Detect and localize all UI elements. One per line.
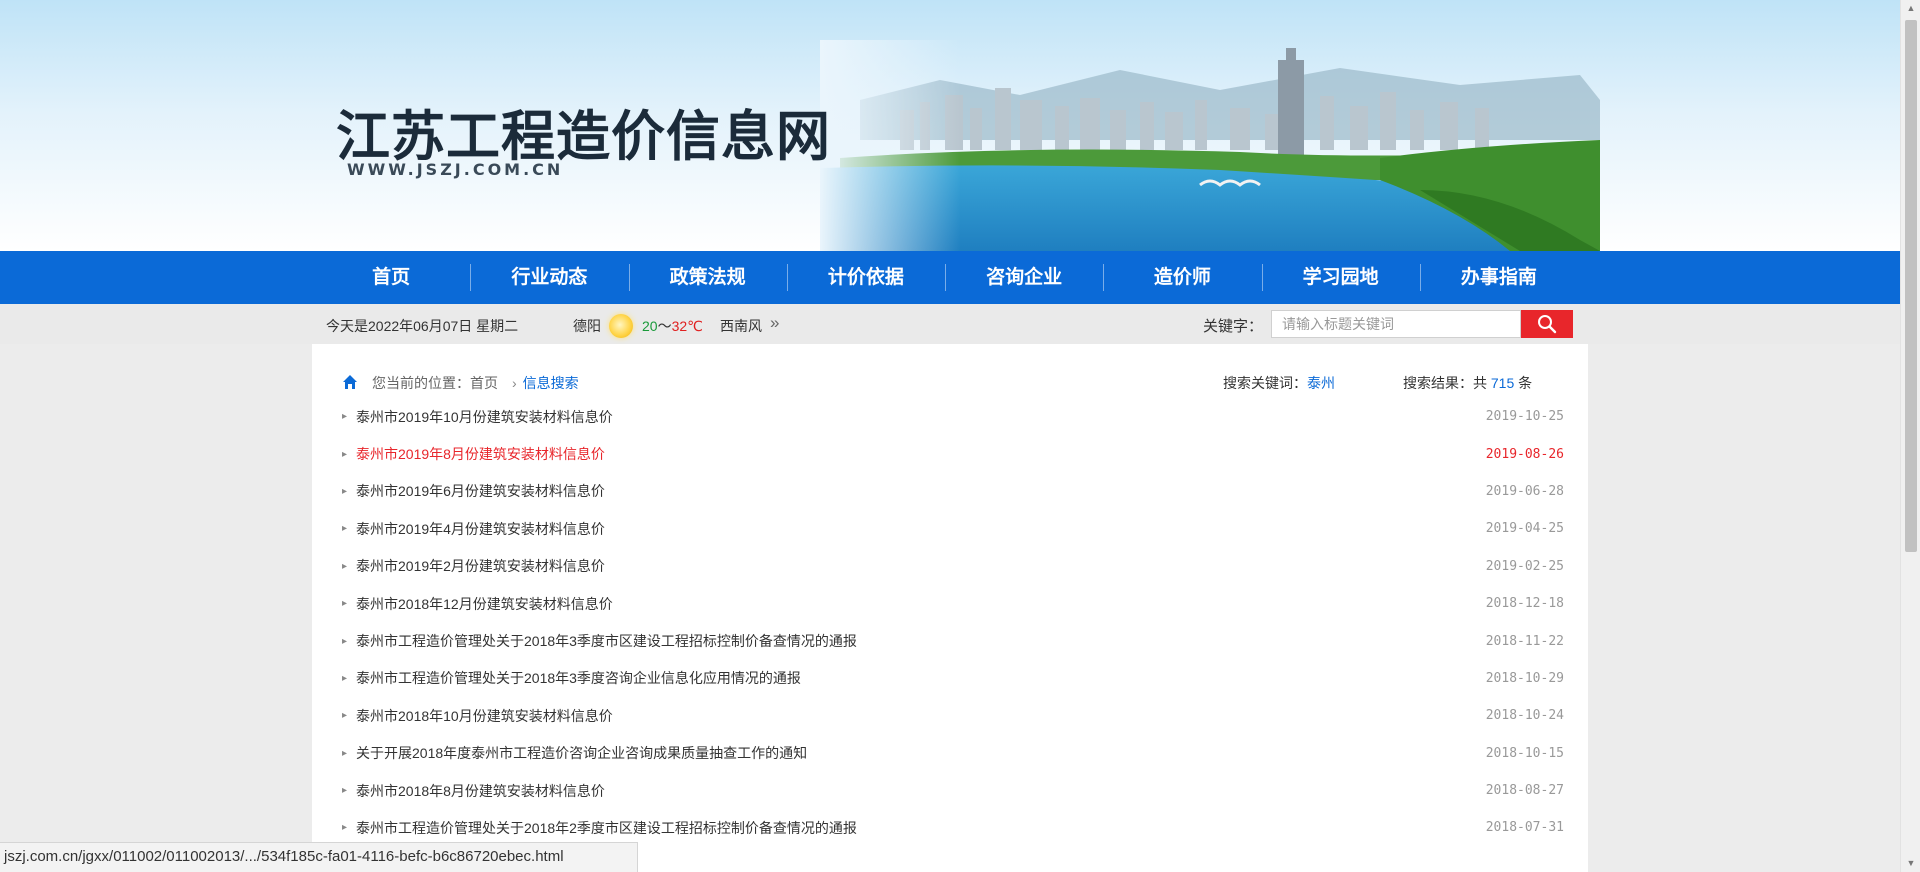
result-date: 2018-11-22 — [1485, 633, 1564, 649]
bullet-icon: ▸ — [342, 785, 348, 797]
search-keyword-value: 泰州 — [1307, 375, 1335, 391]
list-item[interactable]: ▸ 泰州市2019年4月份建筑安装材料信息价 2019-04-25 — [342, 510, 1564, 547]
search-result-count: 搜索结果：共 715 条 — [1403, 373, 1532, 393]
result-title[interactable]: 泰州市2018年12月份建筑安装材料信息价 — [356, 594, 1486, 614]
temperature-range: 20～32℃ — [642, 316, 703, 336]
keyword-label: 关键字： — [1203, 318, 1264, 335]
main-nav: 首页 行业动态 政策法规 计价依据 咨询企业 造价师 学习园地 办事指南 — [0, 251, 1900, 304]
home-icon[interactable] — [342, 374, 358, 390]
bullet-icon: ▸ — [342, 710, 348, 722]
site-banner: 江苏工程造价信息网 WWW.JSZJ.COM.CN — [0, 0, 1900, 251]
result-title[interactable]: 泰州市工程造价管理处关于2018年2季度市区建设工程招标控制价备查情况的通报 — [356, 818, 1486, 838]
nav-item-pricing-basis[interactable]: 计价依据 — [786, 251, 945, 304]
status-bar-url: jszj.com.cn/jgxx/011002/011002013/.../53… — [0, 842, 638, 872]
weather-city: 德阳 — [573, 318, 601, 334]
result-title[interactable]: 泰州市2019年6月份建筑安装材料信息价 — [356, 481, 1486, 501]
list-item[interactable]: ▸ 泰州市2018年12月份建筑安装材料信息价 2018-12-18 — [342, 585, 1564, 622]
list-item[interactable]: ▸ 泰州市工程造价管理处关于2018年3季度咨询企业信息化应用情况的通报 2018-… — [342, 660, 1564, 697]
bullet-icon: ▸ — [342, 411, 348, 423]
nav-item-cost-engineers[interactable]: 造价师 — [1103, 251, 1261, 304]
result-count-unit: 条 — [1518, 375, 1533, 391]
result-title[interactable]: 泰州市2018年10月份建筑安装材料信息价 — [356, 706, 1486, 726]
breadcrumb-prefix[interactable]: 您当前的位置：首页 — [372, 373, 498, 393]
vertical-scrollbar[interactable]: ▲ ▼ — [1900, 0, 1920, 872]
list-item[interactable]: ▸ 关于开展2018年度泰州市工程造价咨询企业咨询成果质量抽查工作的通知 2018-… — [342, 735, 1564, 772]
list-item[interactable]: ▸ 泰州市2018年10月份建筑安装材料信息价 2018-10-24 — [342, 697, 1564, 734]
result-date: 2018-08-27 — [1485, 783, 1564, 799]
result-title[interactable]: 泰州市2018年8月份建筑安装材料信息价 — [356, 781, 1486, 801]
search-icon — [1538, 315, 1557, 334]
list-item[interactable]: ▸ 泰州市2019年2月份建筑安装材料信息价 2019-02-25 — [342, 548, 1564, 585]
search-button[interactable] — [1521, 310, 1573, 338]
search-keyword-summary: 搜索关键词：泰州 — [1223, 373, 1335, 393]
list-item[interactable]: ▸ 泰州市2019年10月份建筑安装材料信息价 2019-10-25 — [342, 398, 1564, 435]
result-list: ▸ 泰州市2019年10月份建筑安装材料信息价 2019-10-25 ▸ 泰州市201… — [342, 398, 1564, 847]
cityscape-image — [820, 40, 1600, 251]
bullet-icon: ▸ — [342, 485, 348, 497]
list-item[interactable]: ▸ 泰州市2019年8月份建筑安装材料信息价 2019-08-26 — [342, 435, 1564, 472]
bullet-icon: ▸ — [342, 523, 348, 535]
nav-item-policy[interactable]: 政策法规 — [628, 251, 787, 304]
temp-high: 32℃ — [671, 318, 703, 334]
result-count-label: 搜索结果：共 — [1403, 375, 1487, 391]
result-date: 2019-02-25 — [1485, 558, 1564, 574]
bullet-icon: ▸ — [342, 635, 348, 647]
result-date: 2019-06-28 — [1485, 483, 1564, 499]
result-date: 2018-07-31 — [1485, 820, 1564, 836]
result-date: 2018-10-15 — [1485, 745, 1564, 761]
search-keyword-label: 搜索关键词： — [1223, 375, 1307, 391]
scroll-thumb[interactable] — [1905, 20, 1917, 552]
nav-item-home[interactable]: 首页 — [312, 251, 470, 304]
site-url: WWW.JSZJ.COM.CN — [347, 160, 564, 179]
result-date: 2018-10-24 — [1485, 708, 1564, 724]
list-item[interactable]: ▸ 泰州市2018年8月份建筑安装材料信息价 2018-08-27 — [342, 772, 1564, 809]
list-item[interactable]: ▸ 泰州市工程造价管理处关于2018年3季度市区建设工程招标控制价备查情况的通报 2… — [342, 622, 1564, 659]
result-title[interactable]: 泰州市2019年2月份建筑安装材料信息价 — [356, 556, 1486, 576]
result-title[interactable]: 泰州市2019年4月份建筑安装材料信息价 — [356, 519, 1486, 539]
result-title[interactable]: 泰州市2019年10月份建筑安装材料信息价 — [356, 407, 1486, 427]
list-item[interactable]: ▸ 泰州市2019年6月份建筑安装材料信息价 2019-06-28 — [342, 473, 1564, 510]
result-title[interactable]: 泰州市工程造价管理处关于2018年3季度市区建设工程招标控制价备查情况的通报 — [356, 631, 1486, 651]
bullet-icon: ▸ — [342, 672, 348, 684]
result-date: 2019-10-25 — [1485, 409, 1564, 425]
result-date: 2018-12-18 — [1485, 596, 1564, 612]
result-title[interactable]: 关于开展2018年度泰州市工程造价咨询企业咨询成果质量抽查工作的通知 — [356, 743, 1486, 763]
nav-item-learning[interactable]: 学习园地 — [1261, 251, 1420, 304]
bullet-icon: ▸ — [342, 822, 348, 834]
temp-low: 20 — [642, 318, 658, 334]
nav-item-consulting-firms[interactable]: 咨询企业 — [945, 251, 1103, 304]
result-date: 2019-04-25 — [1485, 521, 1564, 537]
search-results-panel: 您当前的位置：首页 › 信息搜索 搜索关键词：泰州 搜索结果：共 715 条 ▸… — [312, 344, 1588, 872]
sun-icon — [609, 314, 633, 338]
result-date: 2018-10-29 — [1485, 670, 1564, 686]
nav-item-industry-news[interactable]: 行业动态 — [470, 251, 628, 304]
result-title[interactable]: 泰州市工程造价管理处关于2018年3季度咨询企业信息化应用情况的通报 — [356, 668, 1486, 688]
scroll-up-icon[interactable]: ▲ — [1901, 0, 1920, 17]
bullet-icon: ▸ — [342, 747, 348, 759]
wind-direction: 西南风 — [720, 318, 762, 334]
temp-separator: ～ — [657, 318, 672, 334]
result-date: 2019-08-26 — [1485, 446, 1564, 462]
bullet-icon: ▸ — [342, 598, 348, 610]
chevron-right-icon: › — [512, 375, 517, 391]
double-chevron-right-icon[interactable]: » — [770, 313, 779, 333]
breadcrumb: 您当前的位置：首页 › 信息搜索 — [372, 373, 579, 393]
result-count-value: 715 — [1490, 375, 1515, 391]
info-bar: 今天是2022年06月07日 星期二 德阳 20～32℃ 西南风 » 关键字： — [0, 304, 1900, 344]
scroll-down-icon[interactable]: ▼ — [1901, 855, 1920, 872]
bullet-icon: ▸ — [342, 560, 348, 572]
nav-item-service-guide[interactable]: 办事指南 — [1419, 251, 1578, 304]
bullet-icon: ▸ — [342, 448, 348, 460]
search-input[interactable] — [1271, 310, 1521, 338]
result-title[interactable]: 泰州市2019年8月份建筑安装材料信息价 — [356, 444, 1486, 464]
breadcrumb-current[interactable]: 信息搜索 — [523, 373, 579, 393]
current-date: 今天是2022年06月07日 星期二 — [326, 318, 519, 334]
